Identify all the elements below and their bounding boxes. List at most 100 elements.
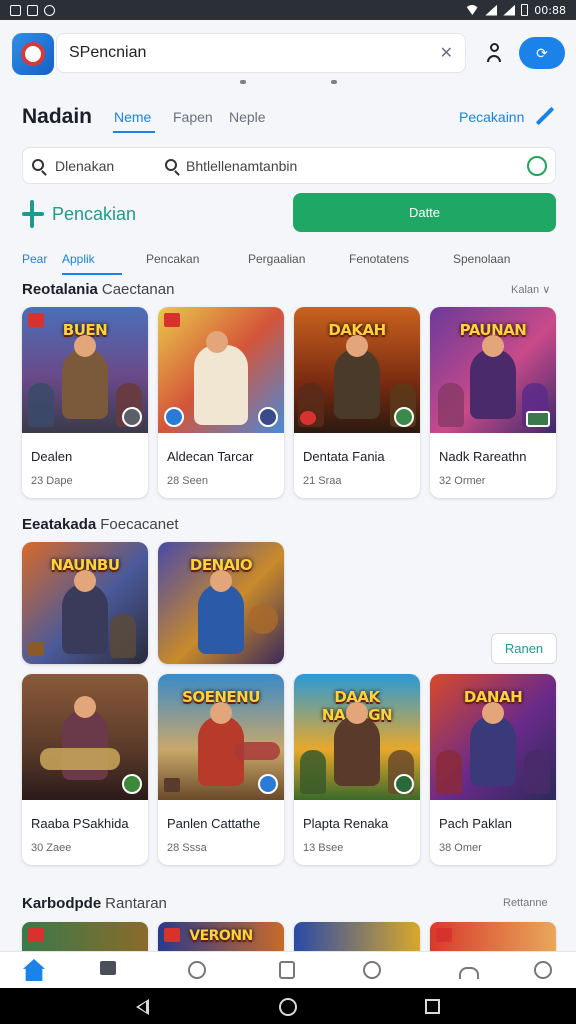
- filter-search-bar[interactable]: Dlenakan Bhtlellenamtanbin: [22, 147, 556, 184]
- tab-home[interactable]: Neme: [114, 109, 151, 125]
- game-card[interactable]: BUEN Dealen 23 Dape: [22, 307, 148, 498]
- game-name: Raaba PSakhida: [31, 816, 129, 831]
- game-meta: 13 Bsee: [303, 842, 344, 854]
- rating-badge: [164, 778, 180, 792]
- battery-icon: [521, 4, 529, 16]
- account-icon[interactable]: [482, 41, 506, 65]
- platform-icon: [526, 411, 550, 427]
- category-tab[interactable]: Pencakan: [146, 252, 199, 266]
- game-meta: 28 Seen: [167, 475, 208, 487]
- tab-2[interactable]: Fapen: [173, 109, 213, 125]
- category-tab[interactable]: Applik: [62, 252, 95, 266]
- wifi-icon: [465, 5, 480, 15]
- game-thumbnail: VERONN: [158, 922, 284, 952]
- category-tab[interactable]: Pear: [22, 252, 47, 266]
- rating-badge: [436, 928, 452, 942]
- signal-icon: [503, 4, 516, 16]
- game-card[interactable]: DAAK NANAGN Plapta Renaka 13 Bsee: [294, 674, 420, 865]
- search-icon: [165, 159, 177, 171]
- section-title-text: Karbodpde: [22, 895, 102, 912]
- game-card[interactable]: Raaba PSakhida 30 Zaee: [22, 674, 148, 865]
- game-name: Panlen Cattathe: [167, 816, 261, 831]
- game-card[interactable]: NAUNBU: [22, 542, 148, 664]
- rating-badge: [164, 313, 180, 327]
- back-icon[interactable]: [136, 999, 149, 1015]
- game-thumbnail: [294, 922, 420, 952]
- profile-icon[interactable]: [459, 961, 479, 979]
- edit-icon[interactable]: [535, 106, 555, 126]
- game-card[interactable]: [430, 922, 556, 952]
- game-card[interactable]: PAUNAN Nadk Rareathn 32 Ormer: [430, 307, 556, 498]
- notification-icon: [10, 4, 21, 16]
- game-thumbnail: DAAK NANAGN: [294, 674, 420, 800]
- bottom-nav: [0, 951, 576, 988]
- settings-icon[interactable]: [534, 961, 552, 979]
- brand-icon: [22, 200, 46, 228]
- game-card[interactable]: DANAH Pach Paklan 38 Omer: [430, 674, 556, 865]
- game-thumbnail: DAKAH: [294, 307, 420, 433]
- search-icon: [32, 159, 44, 171]
- games-icon[interactable]: [100, 961, 116, 975]
- category-underline: [62, 273, 122, 275]
- see-all-link[interactable]: Rettanne: [503, 897, 548, 909]
- game-card[interactable]: [22, 922, 148, 952]
- game-name: Dentata Fania: [303, 449, 385, 464]
- more-button[interactable]: Ranen: [491, 633, 557, 664]
- game-thumbnail: [22, 922, 148, 952]
- recents-icon[interactable]: [425, 999, 440, 1014]
- page-indicator: [240, 80, 246, 84]
- close-icon[interactable]: ✕: [440, 43, 453, 63]
- platform-icon: [122, 774, 142, 794]
- home-icon[interactable]: [23, 959, 45, 981]
- platform-icon: [394, 407, 414, 427]
- game-card[interactable]: SOENENU Panlen Cattathe 28 Sssa: [158, 674, 284, 865]
- section-title: Eeatakada Foecacanet: [22, 516, 179, 533]
- brand-label: Pencakian: [52, 203, 137, 224]
- game-meta: 23 Dape: [31, 475, 73, 487]
- go-icon[interactable]: [527, 156, 547, 176]
- game-thumbnail: PAUNAN: [430, 307, 556, 433]
- category-tab[interactable]: Spenolaan: [453, 252, 510, 266]
- tab-underline: [113, 131, 155, 133]
- game-meta: 38 Omer: [439, 842, 482, 854]
- game-name: Plapta Renaka: [303, 816, 389, 831]
- see-all-link[interactable]: Kalan ∨: [511, 283, 550, 296]
- platform-icon: [394, 774, 414, 794]
- bag-icon[interactable]: [279, 961, 295, 979]
- category-tab[interactable]: Pergaalian: [248, 252, 305, 266]
- section-title: Reotalania Caectanan: [22, 281, 174, 298]
- tab-3[interactable]: Neple: [229, 109, 266, 125]
- primary-button[interactable]: Datte: [293, 193, 556, 232]
- game-card[interactable]: VERONN: [158, 922, 284, 952]
- rating-badge: [28, 642, 44, 656]
- apps-icon[interactable]: [188, 961, 206, 979]
- brand-link[interactable]: Pencakian: [22, 200, 136, 228]
- home-button-icon[interactable]: [279, 998, 297, 1016]
- game-name: Nadk Rareathn: [439, 449, 527, 464]
- section-subtitle: Foecacanet: [100, 516, 179, 533]
- search-input[interactable]: SPencnian ✕: [56, 33, 466, 73]
- game-card[interactable]: DENAIO: [158, 542, 284, 664]
- history-icon[interactable]: [363, 961, 381, 979]
- game-card[interactable]: Aldecan Tarcar 28 Seen: [158, 307, 284, 498]
- platform-icon: [258, 774, 278, 794]
- game-meta: 21 Sraa: [303, 475, 342, 487]
- game-card[interactable]: DAKAH Dentata Fania 21 Sraa: [294, 307, 420, 498]
- rating-badge: [28, 313, 44, 327]
- game-thumbnail: [430, 922, 556, 952]
- platform-icon: [258, 407, 278, 427]
- status-bar: 00:88: [0, 0, 576, 20]
- shield-icon: [44, 4, 55, 16]
- game-card[interactable]: [294, 922, 420, 952]
- rating-badge: [164, 928, 180, 942]
- game-meta: 32 Ormer: [439, 475, 486, 487]
- download-button[interactable]: ⟳: [519, 37, 565, 69]
- section-title: Karbodpde Rantaran: [22, 895, 167, 912]
- rating-badge: [28, 928, 44, 942]
- platform-icon: [164, 407, 184, 427]
- header-link[interactable]: Pecakainn: [459, 109, 524, 125]
- app-logo[interactable]: [12, 33, 54, 75]
- section-subtitle: Rantaran: [105, 895, 167, 912]
- search-right-text: Bhtlellenamtanbin: [186, 158, 298, 174]
- category-tab[interactable]: Fenotatens: [349, 252, 409, 266]
